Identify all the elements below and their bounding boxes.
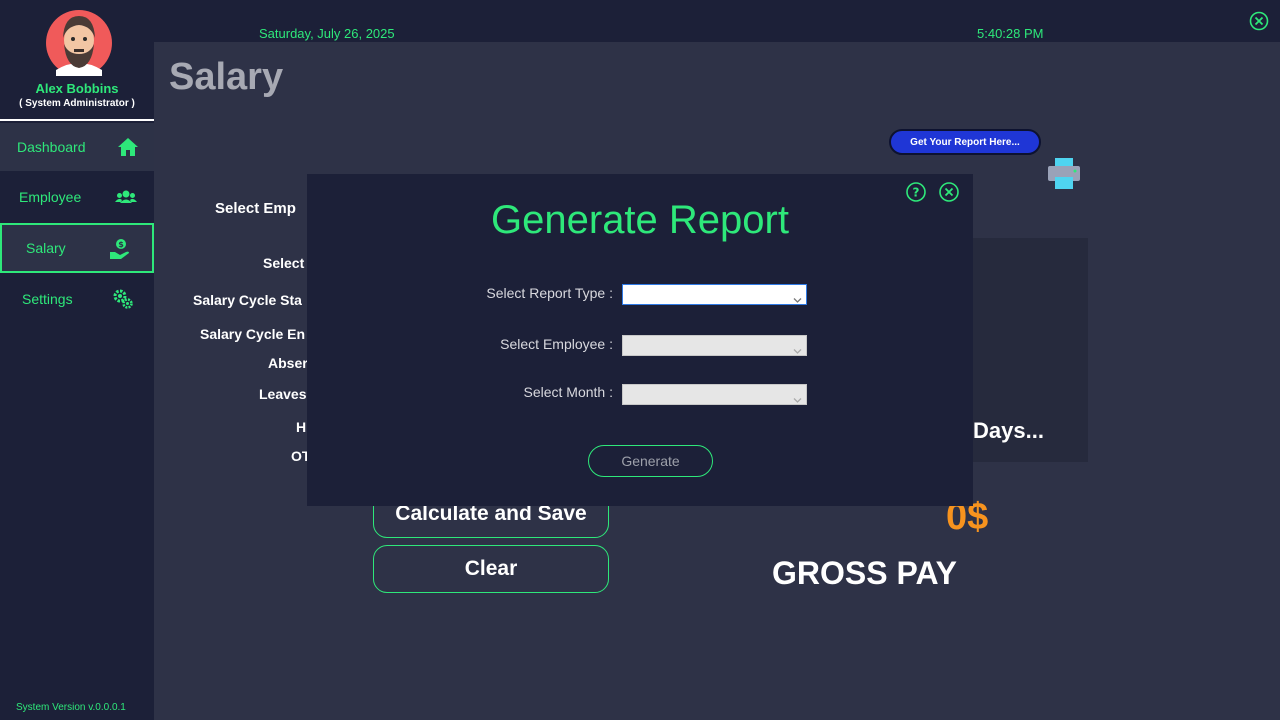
svg-text:$: $ xyxy=(118,240,124,249)
sidebar-item-salary[interactable]: Salary $ xyxy=(0,223,154,273)
chevron-down-icon xyxy=(793,342,802,354)
dialog-close-icon[interactable] xyxy=(938,181,960,203)
chevron-down-icon xyxy=(793,391,802,403)
report-tooltip-bubble: Get Your Report Here... xyxy=(889,129,1041,155)
salary-cycle-start-label: Salary Cycle Sta xyxy=(193,292,302,308)
help-icon[interactable]: ? xyxy=(905,181,927,203)
gross-pay-label: GROSS PAY xyxy=(772,555,957,591)
select-employee-label: Select Emp xyxy=(215,200,296,217)
salary-cycle-end-label: Salary Cycle En xyxy=(200,326,306,342)
generate-report-dialog: Generate Report ? Select Report Type : S… xyxy=(307,174,973,506)
user-role: ( System Administrator ) xyxy=(19,98,135,109)
sidebar-item-label: Employee xyxy=(19,189,82,205)
sidebar-item-label: Dashboard xyxy=(17,139,86,155)
current-time: 5:40:28 PM xyxy=(977,26,1044,41)
report-type-select[interactable] xyxy=(622,284,807,305)
svg-text:?: ? xyxy=(913,186,920,200)
clear-button[interactable]: Clear xyxy=(373,545,609,593)
report-type-label: Select Report Type : xyxy=(486,285,613,301)
month-select[interactable] xyxy=(622,384,807,405)
chevron-down-icon xyxy=(793,291,802,303)
h-label: H xyxy=(296,419,307,435)
home-icon xyxy=(117,136,139,158)
select-label: Select xyxy=(263,255,305,271)
close-icon[interactable] xyxy=(1249,11,1269,31)
absent-label: Abser xyxy=(268,355,308,371)
sidebar-divider xyxy=(0,119,154,121)
sidebar: Alex Bobbins ( System Administrator ) Da… xyxy=(0,0,154,720)
current-date: Saturday, July 26, 2025 xyxy=(259,26,395,41)
employee-label: Select Employee : xyxy=(500,336,613,352)
user-name: Alex Bobbins xyxy=(35,81,119,96)
employee-select[interactable] xyxy=(622,335,807,356)
days-text: Days... xyxy=(973,418,1044,443)
system-version: System Version v.0.0.0.1 xyxy=(16,702,126,713)
users-icon xyxy=(115,186,137,208)
printer-icon[interactable] xyxy=(1046,157,1082,191)
gears-icon xyxy=(112,288,134,310)
month-label: Select Month : xyxy=(523,384,614,400)
leaves-label: Leaves xyxy=(259,386,307,402)
sidebar-item-settings[interactable]: Settings xyxy=(0,275,154,323)
salary-hand-icon: $ xyxy=(109,238,131,260)
page-title: Salary xyxy=(169,56,284,98)
dialog-title: Generate Report xyxy=(491,198,789,242)
sidebar-item-employee[interactable]: Employee xyxy=(0,173,154,221)
sidebar-item-dashboard[interactable]: Dashboard xyxy=(0,123,154,171)
generate-button[interactable]: Generate xyxy=(588,445,713,477)
avatar xyxy=(46,8,112,76)
sidebar-item-label: Salary xyxy=(26,240,66,256)
sidebar-item-label: Settings xyxy=(22,291,73,307)
